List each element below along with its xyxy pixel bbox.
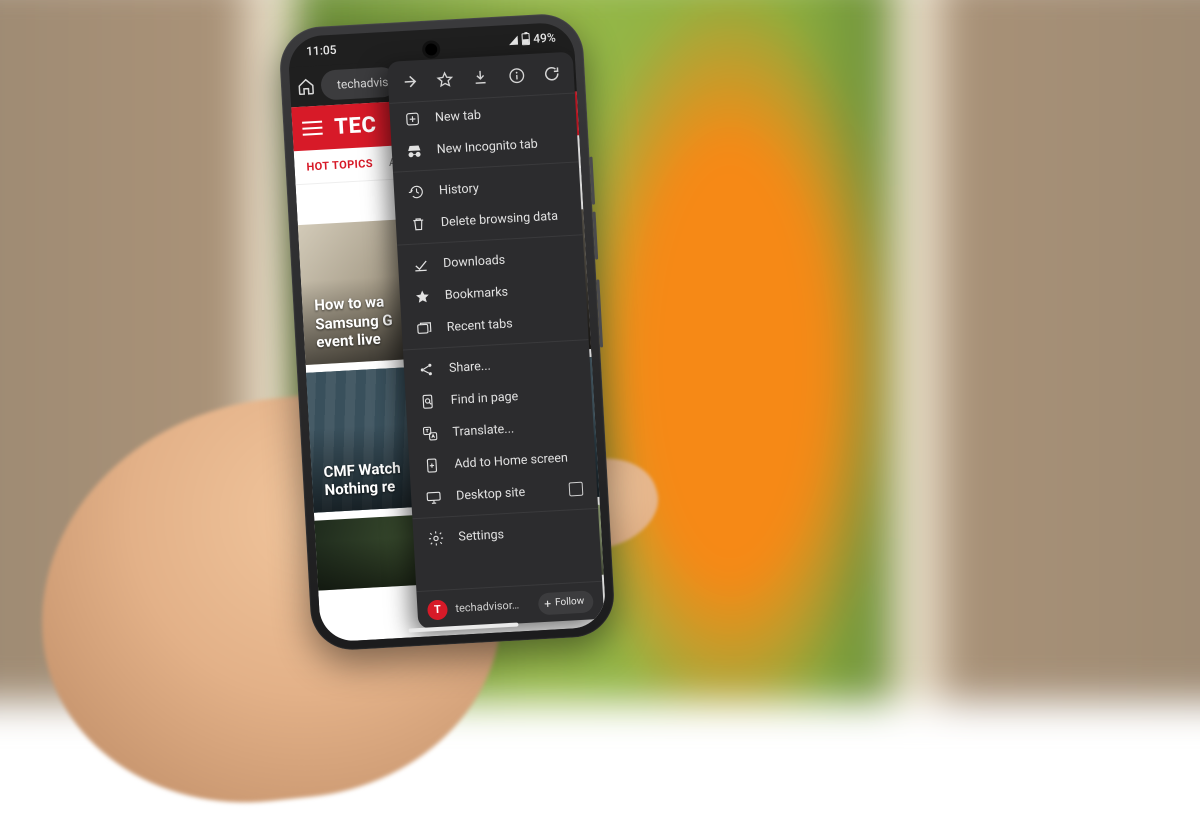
site-brand: TEC — [334, 112, 377, 139]
find-icon — [419, 392, 437, 410]
star-filled-icon — [414, 287, 432, 305]
gear-icon — [427, 529, 445, 547]
info-icon[interactable] — [502, 60, 532, 90]
lock-icon — [331, 80, 332, 91]
battery-icon — [521, 33, 530, 45]
refresh-icon[interactable] — [537, 58, 567, 88]
battery-percent: 49% — [533, 30, 556, 45]
menu-settings[interactable]: Settings — [413, 513, 600, 555]
menu-label: Translate... — [452, 417, 580, 439]
download-done-icon — [412, 255, 430, 273]
hamburger-icon[interactable] — [302, 121, 323, 136]
plus-icon: + — [544, 597, 551, 609]
status-time: 11:05 — [306, 43, 337, 59]
history-icon — [408, 183, 426, 201]
forward-icon[interactable] — [395, 66, 425, 96]
phone-screen: 11:05 49% techadvis TEC — [287, 21, 606, 642]
download-icon[interactable] — [466, 62, 496, 92]
menu-label: New tab — [435, 103, 563, 125]
tabs-icon — [415, 319, 433, 337]
incognito-icon — [405, 142, 423, 160]
translate-icon — [421, 424, 439, 442]
menu-label: Find in page — [450, 385, 578, 407]
menu-label: History — [439, 176, 567, 198]
home-icon[interactable] — [297, 77, 316, 96]
add-home-icon — [423, 456, 441, 474]
menu-label: Settings — [458, 522, 586, 544]
share-icon — [418, 360, 436, 378]
menu-label: Downloads — [443, 249, 571, 271]
menu-label: Add to Home screen — [454, 449, 582, 471]
hot-topics-label: HOT TOPICS — [306, 157, 373, 174]
menu-label: Recent tabs — [446, 312, 574, 334]
phone-frame: 11:05 49% techadvis TEC — [278, 12, 616, 652]
desktop-icon — [425, 488, 443, 506]
follow-button[interactable]: + Follow — [538, 590, 594, 615]
desktop-site-checkbox[interactable] — [569, 482, 584, 497]
star-icon[interactable] — [431, 64, 461, 94]
site-favicon: T — [427, 599, 448, 620]
menu-label: Delete browsing data — [440, 208, 568, 230]
menu-label: Desktop site — [456, 483, 556, 504]
menu-label: Bookmarks — [445, 280, 573, 302]
site-domain: techadvisor… — [455, 598, 531, 615]
menu-label: New Incognito tab — [436, 135, 564, 157]
url-text: techadvis — [337, 75, 389, 92]
plus-box-icon — [404, 110, 422, 128]
signal-icon — [508, 35, 517, 44]
menu-list: New tab New Incognito tab History Del — [389, 93, 602, 591]
follow-label: Follow — [555, 596, 585, 609]
trash-icon — [409, 214, 427, 232]
menu-label: Share... — [449, 353, 577, 375]
overflow-menu: New tab New Incognito tab History Del — [387, 52, 604, 629]
address-bar[interactable]: techadvis — [320, 66, 398, 100]
